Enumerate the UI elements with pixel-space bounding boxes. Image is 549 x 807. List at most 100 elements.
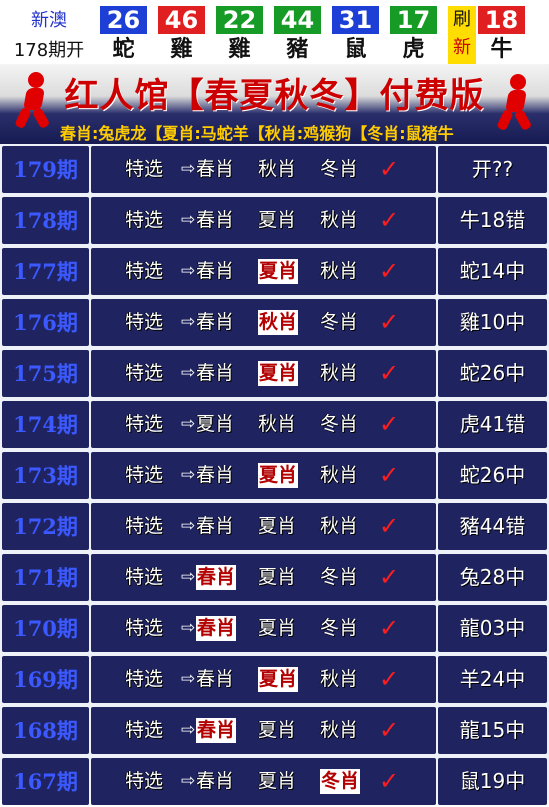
season-pick: 秋肖 <box>258 413 297 435</box>
arrow-icon: ⇨ <box>181 516 196 536</box>
banner-subtitle: 春肖:兔虎龙【夏肖:马蛇羊【秋肖:鸡猴狗【冬肖:鼠猪牛 <box>60 124 454 143</box>
season-pick: 冬肖 <box>320 311 359 333</box>
period-label: 174期 <box>13 412 78 437</box>
check-icon: ✓ <box>379 257 400 285</box>
period-cell: 176期 <box>2 299 89 346</box>
pick-cell: 特选 ⇨ 春肖 夏肖 冬肖 ✓ <box>91 554 436 601</box>
period-cell: 173期 <box>2 452 89 499</box>
refresh-label-top: 刷 <box>453 9 471 30</box>
result-cell: 蛇14中 <box>438 248 547 295</box>
season-pick-hit: 春肖 <box>196 565 237 590</box>
pick-cell: 特选 ⇨ 春肖 夏肖 秋肖 ✓ <box>91 248 436 295</box>
season-pick: 冬肖 <box>320 158 359 180</box>
pick-content: 特选 ⇨ 春肖 夏肖 秋肖 ✓ <box>91 503 436 550</box>
season-pick: 冬肖 <box>320 566 359 588</box>
pick-label: 特选 <box>125 719 164 741</box>
arrow-icon: ⇨ <box>181 465 196 485</box>
period-cell: 178期 <box>2 197 89 244</box>
pick-label: 特选 <box>125 260 164 282</box>
special-ball: 18 牛 <box>478 6 525 64</box>
season-pick: 夏肖 <box>258 770 297 792</box>
refresh-label-bottom: 新 <box>453 37 471 58</box>
arrow-icon: ⇨ <box>181 669 196 689</box>
season-pick: 冬肖 <box>320 413 359 435</box>
period-cell: 168期 <box>2 707 89 754</box>
pick-content: 特选 ⇨ 春肖 夏肖 秋肖 ✓ <box>91 350 436 397</box>
season-pick: 秋肖 <box>320 464 359 486</box>
refresh-button[interactable]: 刷 新 <box>448 6 476 64</box>
arrow-icon: ⇨ <box>181 210 196 230</box>
check-icon: ✓ <box>379 206 400 234</box>
ball-number: 26 <box>100 6 147 34</box>
season-pick: 夏肖 <box>258 209 297 231</box>
period-cell: 174期 <box>2 401 89 448</box>
check-icon: ✓ <box>379 461 400 489</box>
result-label: 蛇14中 <box>459 259 526 283</box>
pick-cell: 特选 ⇨ 春肖 夏肖 秋肖 ✓ <box>91 197 436 244</box>
period-label: 167期 <box>13 769 78 794</box>
period-label: 179期 <box>13 157 78 182</box>
check-icon: ✓ <box>379 614 400 642</box>
season-pick: 秋肖 <box>320 362 359 384</box>
result-cell: 兔28中 <box>438 554 547 601</box>
result-label: 龍15中 <box>459 718 526 742</box>
pick-content: 特选 ⇨ 春肖 夏肖 秋肖 ✓ <box>91 656 436 703</box>
season-pick-hit: 夏肖 <box>258 667 299 692</box>
season-pick: 夏肖 <box>258 566 297 588</box>
period-label: 171期 <box>13 565 78 590</box>
season-pick: 秋肖 <box>320 515 359 537</box>
number-ball: 31 鼠 <box>332 6 379 64</box>
draw-period-label: 178期开 <box>13 40 85 61</box>
period-label: 178期 <box>13 208 78 233</box>
pick-cell: 特选 ⇨ 夏肖 秋肖 冬肖 ✓ <box>91 401 436 448</box>
period-cell: 175期 <box>2 350 89 397</box>
period-cell: 177期 <box>2 248 89 295</box>
period-label: 168期 <box>13 718 78 743</box>
pick-content: 特选 ⇨ 春肖 夏肖 秋肖 ✓ <box>91 707 436 754</box>
period-label: 177期 <box>13 259 78 284</box>
pick-label: 特选 <box>125 668 164 690</box>
season-pick-hit: 夏肖 <box>258 259 299 284</box>
result-cell: 鼠19中 <box>438 758 547 805</box>
result-label: 雞10中 <box>459 310 526 334</box>
pick-cell: 特选 ⇨ 春肖 秋肖 冬肖 ✓ <box>91 146 436 193</box>
pick-cell: 特选 ⇨ 春肖 夏肖 冬肖 ✓ <box>91 758 436 805</box>
pick-content: 特选 ⇨ 春肖 夏肖 冬肖 ✓ <box>91 605 436 652</box>
pick-content: 特选 ⇨ 夏肖 秋肖 冬肖 ✓ <box>91 401 436 448</box>
check-icon: ✓ <box>379 410 400 438</box>
check-icon: ✓ <box>379 716 400 744</box>
season-pick: 春肖 <box>196 515 235 537</box>
ball-number: 17 <box>390 6 437 34</box>
check-icon: ✓ <box>379 155 400 183</box>
pick-content: 特选 ⇨ 春肖 秋肖 冬肖 ✓ <box>91 299 436 346</box>
pick-cell: 特选 ⇨ 春肖 夏肖 冬肖 ✓ <box>91 605 436 652</box>
table-row: 177期 特选 ⇨ 春肖 夏肖 秋肖 ✓ 蛇14中 <box>0 246 549 297</box>
draw-info: 新澳 178期开 <box>0 0 98 64</box>
arrow-icon: ⇨ <box>181 567 196 587</box>
check-icon: ✓ <box>379 308 400 336</box>
result-label: 虎41错 <box>459 412 526 436</box>
number-ball: 22 雞 <box>216 6 263 64</box>
table-row: 172期 特选 ⇨ 春肖 夏肖 秋肖 ✓ 豬44错 <box>0 501 549 552</box>
table-row: 179期 特选 ⇨ 春肖 秋肖 冬肖 ✓ 开?? <box>0 144 549 195</box>
period-label: 170期 <box>13 616 78 641</box>
season-pick: 春肖 <box>196 158 235 180</box>
season-pick: 夏肖 <box>258 515 297 537</box>
special-ball-number: 18 <box>478 6 525 34</box>
season-pick: 夏肖 <box>258 719 297 741</box>
pick-cell: 特选 ⇨ 春肖 夏肖 秋肖 ✓ <box>91 350 436 397</box>
result-cell: 龍03中 <box>438 605 547 652</box>
pick-label: 特选 <box>125 566 164 588</box>
pick-cell: 特选 ⇨ 春肖 夏肖 秋肖 ✓ <box>91 452 436 499</box>
pick-label: 特选 <box>125 464 164 486</box>
result-cell: 蛇26中 <box>438 350 547 397</box>
season-pick-hit: 春肖 <box>196 616 237 641</box>
pick-label: 特选 <box>125 311 164 333</box>
result-label: 蛇26中 <box>459 361 526 385</box>
result-cell: 豬44错 <box>438 503 547 550</box>
table-row: 176期 特选 ⇨ 春肖 秋肖 冬肖 ✓ 雞10中 <box>0 297 549 348</box>
pick-label: 特选 <box>125 362 164 384</box>
result-label: 开?? <box>471 157 514 181</box>
period-label: 172期 <box>13 514 78 539</box>
banner-title: 红人馆【春夏秋冬】付费版 <box>64 76 485 116</box>
